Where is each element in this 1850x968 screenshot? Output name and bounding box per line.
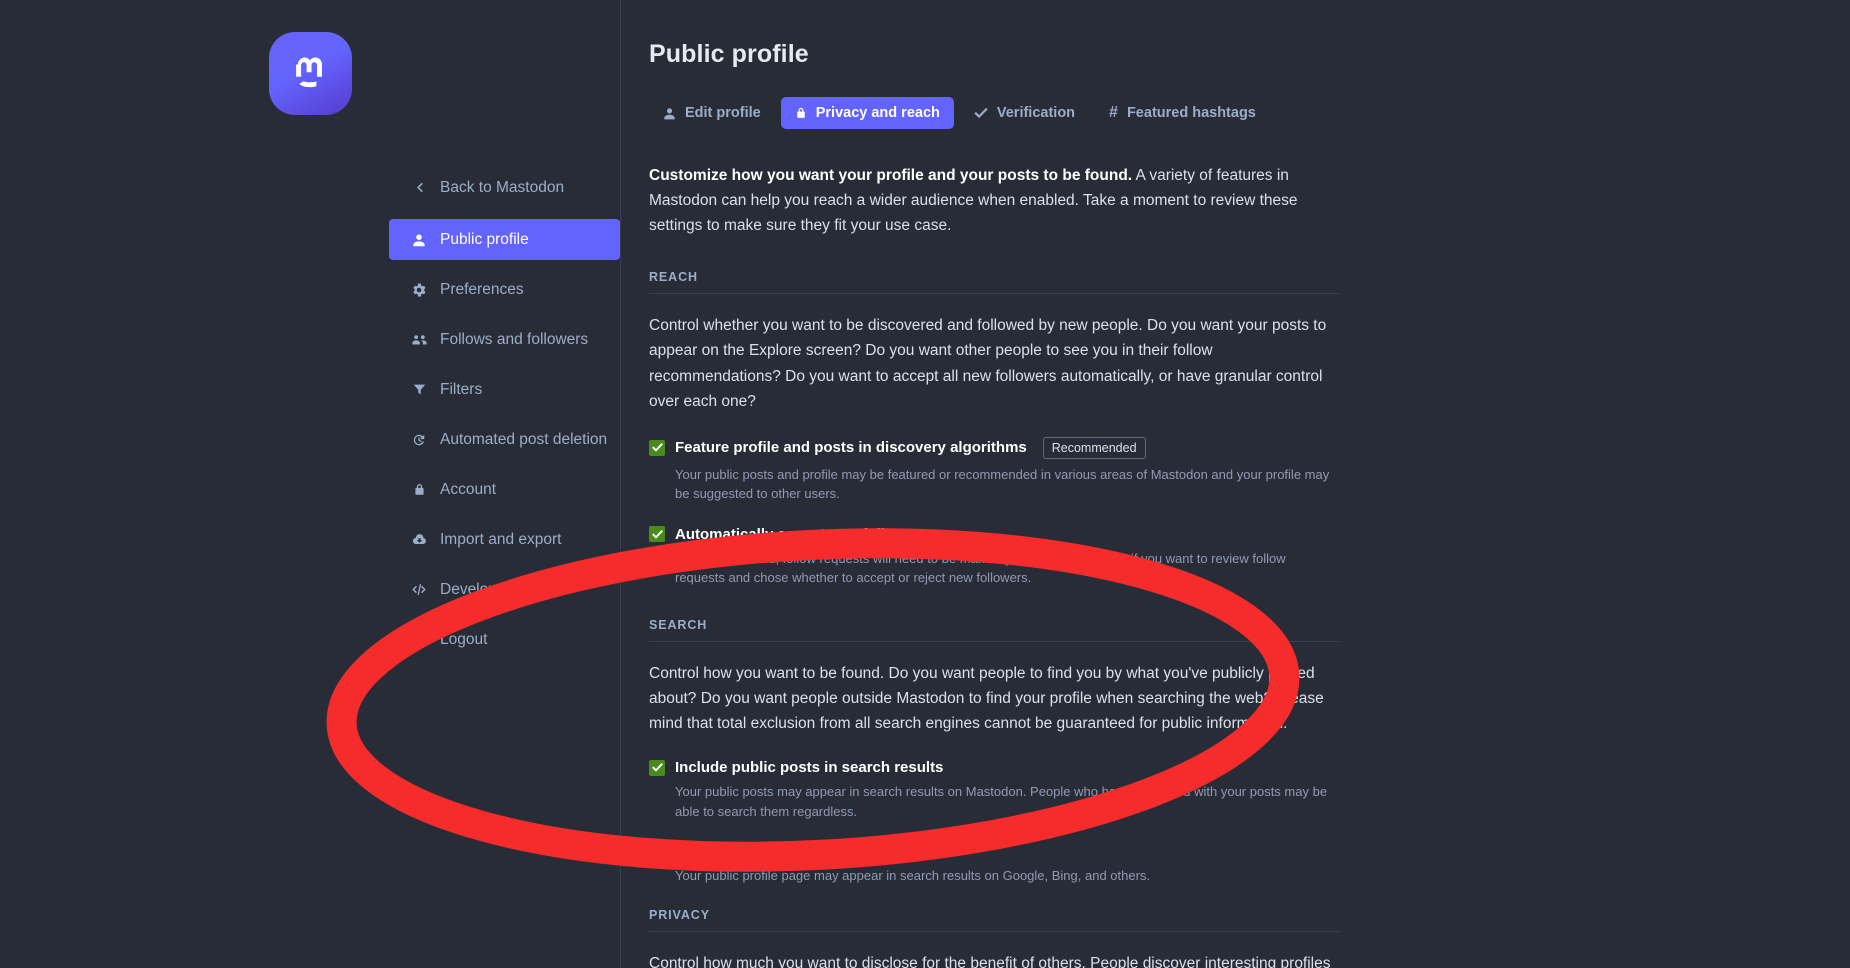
sidebar-item-follows-and-followers[interactable]: Follows and followers: [389, 319, 620, 360]
tab-verification[interactable]: Verification: [960, 97, 1089, 129]
sidebar: Back to Mastodon Public profile Preferen…: [0, 0, 620, 968]
intro-bold: Customize how you want your profile and …: [649, 167, 1133, 184]
recommended-badge: Recommended: [1042, 436, 1146, 459]
cloud-download-icon: [411, 532, 427, 547]
option-hint: Your public profile page may appear in s…: [675, 868, 1151, 884]
settings-page: Back to Mastodon Public profile Preferen…: [0, 0, 1850, 968]
lock-icon: [795, 107, 807, 119]
hash-icon: #: [1109, 104, 1118, 121]
section-heading-privacy: PRIVACY: [649, 908, 1339, 932]
intro-paragraph: Customize how you want your profile and …: [649, 163, 1339, 238]
sidebar-item-label: Development: [440, 580, 532, 598]
sidebar-item-label: Account: [440, 480, 497, 498]
option-label: Automatically accept new followers: [675, 525, 929, 543]
sidebar-item-label: Preferences: [440, 280, 524, 298]
sidebar-item-label: Follows and followers: [440, 330, 589, 348]
sidebar-item-preferences[interactable]: Preferences: [389, 269, 620, 310]
sidebar-item-account[interactable]: Account: [389, 469, 620, 510]
option-hint: Your public posts may appear in search r…: [675, 784, 1328, 819]
lock-icon: [411, 483, 427, 496]
option-hint: Your public posts and profile may be fea…: [675, 466, 1330, 502]
page-title: Public profile: [649, 40, 809, 68]
sidebar-nav: Back to Mastodon Public profile Preferen…: [0, 167, 620, 660]
sidebar-item-label: Logout: [440, 630, 488, 648]
sidebar-item-label: Back to Mastodon: [440, 178, 565, 196]
person-icon: [663, 107, 676, 120]
tab-label: Verification: [996, 105, 1076, 121]
tab-privacy-and-reach[interactable]: Privacy and reach: [780, 97, 954, 129]
sidebar-item-automated-post-deletion[interactable]: Automated post deletion: [389, 419, 620, 460]
option-include-profile-search-engines: Include profile page in search engines Y…: [649, 843, 1339, 886]
tab-featured-hashtags[interactable]: # Featured hashtags: [1095, 97, 1270, 129]
section-heading-search: SEARCH: [649, 618, 1339, 642]
sidebar-item-logout[interactable]: Logout: [389, 619, 620, 660]
person-icon: [411, 233, 427, 247]
content-panel: Public profile Edit profile Privacy and …: [620, 0, 1850, 968]
tab-label: Edit profile: [685, 105, 761, 121]
chevron-left-icon: [411, 181, 427, 194]
sidebar-item-filters[interactable]: Filters: [389, 369, 620, 410]
gear-icon: [411, 282, 427, 297]
sidebar-item-label: Automated post deletion: [440, 430, 608, 448]
sidebar-item-development[interactable]: Development: [389, 569, 620, 610]
sidebar-item-public-profile[interactable]: Public profile: [389, 219, 620, 260]
sidebar-item-label: Filters: [440, 380, 483, 398]
sign-out-icon: [411, 633, 427, 647]
checkbox-include-public-posts[interactable]: [649, 759, 665, 776]
tab-edit-profile[interactable]: Edit profile: [649, 97, 775, 129]
history-icon: [411, 433, 427, 447]
code-icon: [411, 583, 427, 596]
mastodon-logo: [268, 32, 352, 115]
tab-label: Featured hashtags: [1126, 105, 1256, 121]
option-label: Feature profile and posts in discovery a…: [675, 439, 1027, 457]
option-hint: When unchecked, follow requests will nee…: [675, 550, 1286, 586]
section-description-search: Control how you want to be found. Do you…: [649, 664, 1324, 732]
sidebar-item-label: Import and export: [440, 530, 562, 548]
logo-container: [0, 32, 620, 115]
tab-bar: Edit profile Privacy and reach Verificat…: [649, 97, 1850, 129]
section-description-reach: Control whether you want to be discovere…: [649, 317, 1327, 410]
sidebar-item-import-and-export[interactable]: Import and export: [389, 519, 620, 560]
people-icon: [411, 332, 427, 347]
section-description-privacy: Control how much you want to disclose fo…: [649, 954, 1331, 968]
tab-label: Privacy and reach: [815, 105, 940, 121]
sidebar-item-back-to-mastodon[interactable]: Back to Mastodon: [389, 167, 620, 208]
checkbox-auto-accept-followers[interactable]: [649, 526, 665, 543]
checkbox-include-profile-search-engines[interactable]: [649, 843, 665, 860]
sidebar-item-label: Public profile: [440, 230, 529, 248]
option-label: Include profile page in search engines: [675, 843, 948, 861]
section-heading-reach: REACH: [649, 270, 1339, 295]
option-feature-profile-discovery: Feature profile and posts in discovery a…: [649, 436, 1339, 504]
option-include-public-posts: Include public posts in search results Y…: [649, 759, 1339, 821]
checkbox-feature-profile-discovery[interactable]: [649, 439, 665, 456]
option-auto-accept-followers: Automatically accept new followers When …: [649, 526, 1339, 588]
check-icon: [974, 107, 988, 119]
option-label: Include public posts in search results: [675, 759, 944, 777]
filter-icon: [411, 383, 427, 396]
